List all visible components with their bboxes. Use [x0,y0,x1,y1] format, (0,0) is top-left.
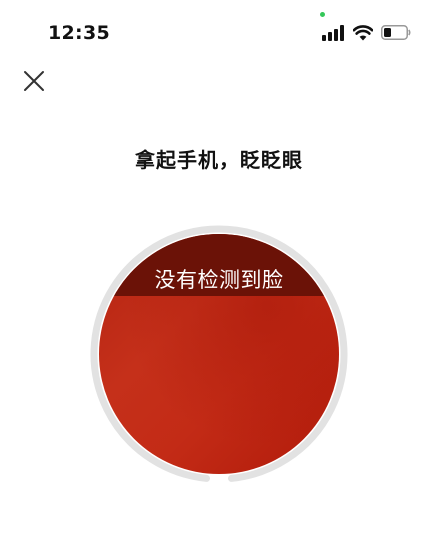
mic-indicator-dot [320,12,325,17]
status-banner: 没有检测到脸 [99,234,339,296]
camera-preview: 没有检测到脸 [99,234,339,474]
close-button[interactable] [22,69,46,93]
signal-icon [322,25,344,41]
instruction-title: 拿起手机，眨眨眼 [135,148,303,172]
wifi-icon [353,25,373,41]
face-capture-frame: 没有检测到脸 [89,224,349,484]
status-bar: 12:35 [0,0,438,60]
status-message: 没有检测到脸 [154,268,284,292]
status-time: 12:35 [48,22,110,44]
close-icon [24,71,44,91]
battery-icon [381,25,411,40]
